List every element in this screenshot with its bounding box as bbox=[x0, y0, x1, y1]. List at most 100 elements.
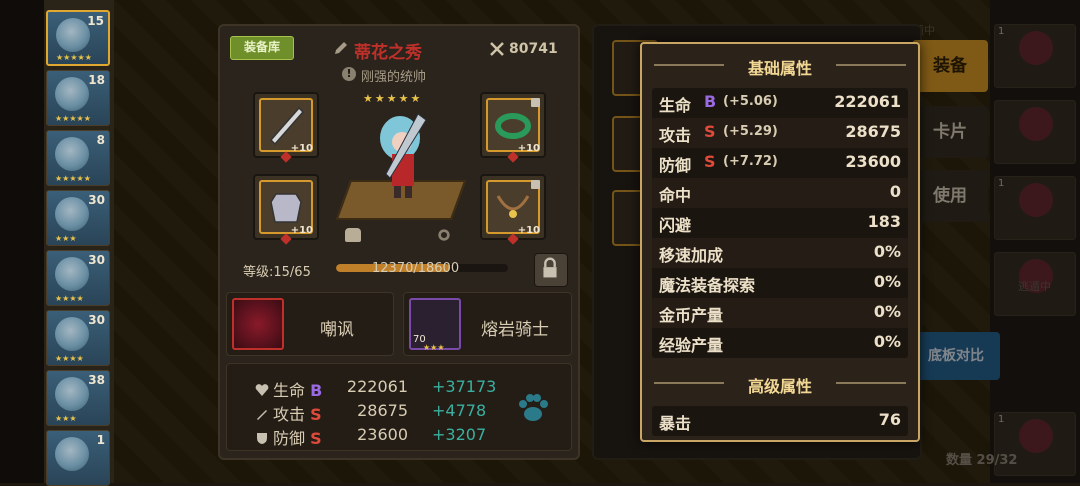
lock-button[interactable] bbox=[534, 253, 568, 287]
heart-icon bbox=[255, 384, 269, 396]
attr-grade: S bbox=[704, 122, 716, 141]
weapon-slot[interactable]: +10 bbox=[253, 92, 319, 163]
attr-label: 防御 bbox=[659, 156, 692, 175]
hero-slot[interactable]: 1 bbox=[46, 430, 110, 486]
hero-slot[interactable]: 18 ★★★★★ bbox=[46, 70, 110, 126]
attr-bonus: (+5.29) bbox=[723, 124, 778, 139]
ring-slot[interactable]: +10 bbox=[480, 92, 546, 163]
hero-level: 30 bbox=[88, 313, 105, 327]
attr-row: 金币产量 0% bbox=[652, 298, 908, 328]
hero-level: 8 bbox=[96, 133, 105, 147]
hero-level: 30 bbox=[88, 253, 105, 267]
enhance-level: +10 bbox=[290, 225, 313, 236]
hero-portrait bbox=[55, 377, 89, 411]
hero-level: 1 bbox=[96, 433, 105, 447]
stat-label: 防御 bbox=[273, 429, 306, 448]
hero-star-rating: ★★★★★ bbox=[363, 92, 423, 105]
paw-icon[interactable] bbox=[513, 388, 553, 428]
basic-attributes-title: 基础属性 bbox=[747, 59, 812, 78]
hero-slot[interactable]: 15 ★★★★★ bbox=[46, 10, 110, 66]
stat-row-attack: 攻击 S bbox=[255, 401, 322, 425]
attr-label: 暴击 bbox=[659, 414, 692, 433]
hero-title: 刚强的统帅 bbox=[361, 70, 427, 85]
armor-slot[interactable]: +10 bbox=[253, 174, 319, 245]
hero-level: 18 bbox=[88, 73, 105, 87]
hero-slot[interactable]: 30 ★★★★ bbox=[46, 250, 110, 306]
necklace-slot[interactable]: +10 bbox=[480, 174, 546, 245]
stat-grade: S bbox=[310, 405, 322, 424]
attr-value: 28675 bbox=[845, 122, 901, 141]
enhance-level: +10 bbox=[290, 143, 313, 154]
stat-bonus: +3207 bbox=[432, 425, 487, 444]
hero-slot[interactable]: 38 ★★★ bbox=[46, 370, 110, 426]
hero-model bbox=[380, 113, 427, 198]
hero-stars: ★★★★★ bbox=[55, 174, 91, 183]
lock-icon bbox=[531, 98, 540, 107]
hero-portrait bbox=[55, 317, 89, 351]
shield-icon bbox=[257, 433, 267, 444]
hero-list[interactable]: 15 ★★★★★ 18 ★★★★★ 8 ★★★★★ 30 ★★★ 30 ★★★★… bbox=[44, 0, 114, 486]
left-edge-bar bbox=[0, 0, 44, 483]
attr-row: 闪避 183 bbox=[652, 208, 908, 238]
hero-stars: ★★★★★ bbox=[56, 53, 92, 62]
lock-icon bbox=[543, 257, 557, 278]
attr-label: 攻击 bbox=[659, 126, 692, 145]
hero-slot[interactable]: 30 ★★★ bbox=[46, 190, 110, 246]
attr-grade: B bbox=[704, 92, 717, 111]
hero-name: 蒂花之秀 bbox=[354, 43, 422, 63]
hero-slot[interactable]: 8 ★★★★★ bbox=[46, 130, 110, 186]
attr-value: 0% bbox=[873, 332, 901, 351]
attr-value: 0% bbox=[873, 302, 901, 321]
hero-portrait bbox=[55, 437, 89, 471]
enhance-level: +10 bbox=[517, 225, 540, 236]
attr-bonus: (+5.06) bbox=[723, 94, 778, 109]
attr-label: 闪避 bbox=[659, 216, 692, 235]
crossed-swords-icon bbox=[490, 42, 504, 56]
hero-level-text: 等级:15/65 bbox=[243, 265, 311, 280]
hero-stars: ★★★★★ bbox=[55, 114, 91, 123]
attr-bonus: (+7.72) bbox=[723, 154, 778, 169]
attr-row: 移速加成 0% bbox=[652, 238, 908, 268]
attr-row: 经验产量 0% bbox=[652, 328, 908, 358]
hero-slot[interactable]: 30 ★★★★ bbox=[46, 310, 110, 366]
hero-level: 38 bbox=[88, 373, 105, 387]
stat-bonus: +37173 bbox=[432, 377, 497, 396]
attr-label: 经验产量 bbox=[659, 336, 724, 355]
attr-label: 生命 bbox=[659, 96, 692, 115]
attr-value: 183 bbox=[867, 212, 901, 231]
attr-row: 魔法装备探索 0% bbox=[652, 268, 908, 298]
advanced-attributes-list: 暴击 76 bbox=[652, 406, 908, 436]
stat-row-defense: 防御 S bbox=[255, 425, 322, 449]
advanced-attributes-title: 高级属性 bbox=[747, 377, 812, 396]
attr-value: 0 bbox=[889, 182, 901, 201]
stat-value: 222061 bbox=[346, 377, 408, 396]
hero-level: 30 bbox=[88, 193, 105, 207]
combat-power: 80741 bbox=[509, 41, 558, 57]
hero-level: 15 bbox=[87, 14, 104, 28]
attr-label: 命中 bbox=[659, 186, 692, 205]
gear-icon bbox=[438, 229, 450, 241]
armory-button[interactable]: 装备库 bbox=[230, 36, 294, 60]
edit-icon[interactable] bbox=[333, 40, 349, 56]
stat-value: 28675 bbox=[357, 401, 408, 420]
attr-grade: S bbox=[704, 152, 716, 171]
helmet-icon bbox=[345, 228, 361, 242]
hero-portrait bbox=[55, 197, 89, 231]
card-name: 熔岩骑士 bbox=[481, 320, 549, 340]
stat-bonus: +4778 bbox=[432, 401, 487, 420]
attr-value: 76 bbox=[878, 410, 901, 429]
hero-portrait bbox=[55, 257, 89, 291]
sword-icon bbox=[257, 410, 267, 420]
attr-row: 暴击 76 bbox=[652, 406, 908, 436]
skill-name: 嘲讽 bbox=[320, 320, 354, 340]
stat-grade: S bbox=[310, 429, 322, 448]
stat-label: 攻击 bbox=[273, 405, 306, 424]
hero-portrait bbox=[55, 77, 89, 111]
hero-portrait bbox=[55, 137, 89, 171]
stat-row-hp: 生命 B bbox=[255, 377, 322, 401]
attr-value: 0% bbox=[873, 242, 901, 261]
attr-label: 移速加成 bbox=[659, 246, 724, 265]
attr-value: 0% bbox=[873, 272, 901, 291]
stat-label: 生命 bbox=[273, 381, 306, 400]
attr-label: 魔法装备探索 bbox=[659, 276, 756, 295]
